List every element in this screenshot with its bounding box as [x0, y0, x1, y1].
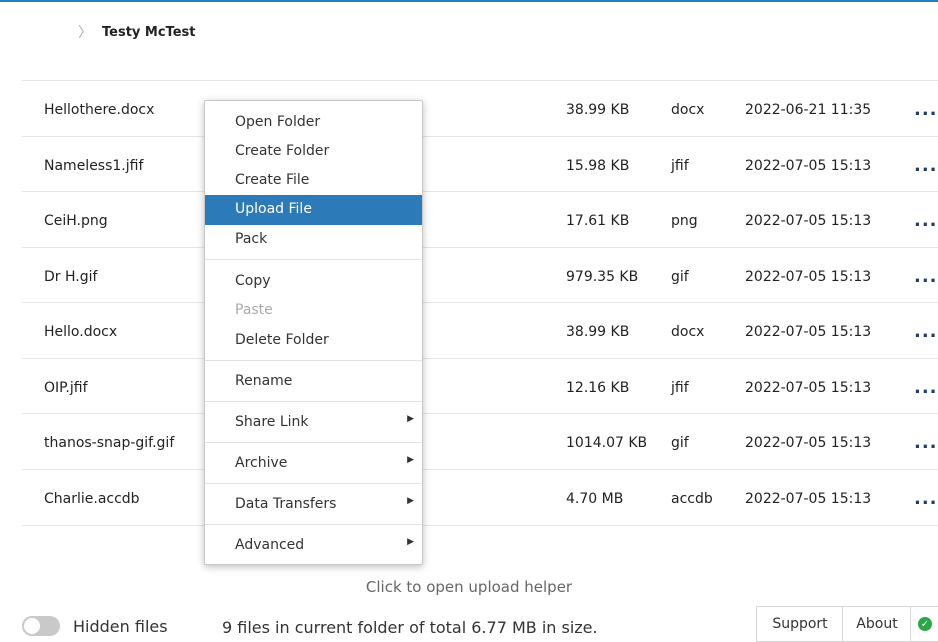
menu-item-label: Data Transfers — [235, 496, 337, 512]
toggle-knob — [24, 618, 40, 634]
more-actions-icon[interactable]: ... — [914, 488, 938, 509]
menu-item-copy[interactable]: Copy — [205, 267, 422, 296]
file-date: 2022-07-05 15:13 — [745, 269, 872, 285]
file-name[interactable]: Charlie.accdb — [44, 491, 140, 507]
file-name[interactable]: Dr H.gif — [44, 269, 97, 285]
file-size: 4.70 MB — [566, 491, 624, 507]
folder-summary: 9 files in current folder of total 6.77 … — [222, 618, 598, 637]
table-row[interactable]: Hello.docx 38.99 KB docx 2022-07-05 15:1… — [22, 302, 938, 358]
table-row[interactable]: CeiH.png 17.61 KB png 2022-07-05 15:13 .… — [22, 191, 938, 247]
table-row[interactable]: OIP.jfif 12.16 KB jfif 2022-07-05 15:13 … — [22, 358, 938, 414]
menu-item-label: Create File — [235, 172, 310, 188]
table-row[interactable]: Charlie.accdb 4.70 MB accdb 2022-07-05 1… — [22, 469, 938, 526]
file-date: 2022-07-05 15:13 — [745, 213, 872, 229]
file-date: 2022-07-05 15:13 — [745, 491, 872, 507]
file-size: 1014.07 KB — [566, 435, 648, 451]
file-date: 2022-06-21 11:35 — [745, 102, 872, 118]
menu-item-label: Rename — [235, 373, 293, 389]
file-type: jfif — [671, 380, 689, 396]
more-actions-icon[interactable]: ... — [914, 321, 938, 342]
support-button[interactable]: Support — [756, 606, 844, 642]
menu-item-delete-folder[interactable]: Delete Folder — [205, 326, 422, 355]
hidden-files-toggle[interactable] — [22, 616, 60, 636]
file-type: jfif — [671, 158, 689, 174]
file-type: gif — [671, 435, 689, 451]
file-size: 979.35 KB — [566, 269, 639, 285]
menu-item-data-transfers[interactable]: Data Transfers ▶ — [205, 490, 422, 519]
file-date: 2022-07-05 15:13 — [745, 158, 872, 174]
menu-divider — [205, 259, 422, 260]
upload-helper-link[interactable]: Click to open upload helper — [0, 578, 938, 596]
file-type: docx — [671, 324, 705, 340]
menu-item-share-link[interactable]: Share Link ▶ — [205, 408, 422, 437]
more-actions-icon[interactable]: ... — [914, 99, 938, 120]
menu-item-create-file[interactable]: Create File — [205, 166, 422, 195]
more-actions-icon[interactable]: ... — [914, 210, 938, 231]
menu-item-label: Paste — [235, 302, 273, 318]
top-accent-bar — [0, 0, 938, 2]
menu-item-archive[interactable]: Archive ▶ — [205, 449, 422, 478]
menu-item-label: Share Link — [235, 414, 309, 430]
submenu-arrow-icon: ▶ — [407, 537, 414, 547]
menu-item-advanced[interactable]: Advanced ▶ — [205, 531, 422, 560]
menu-item-paste: Paste — [205, 296, 422, 325]
menu-item-create-folder[interactable]: Create Folder — [205, 137, 422, 166]
menu-divider — [205, 360, 422, 361]
menu-item-label: Create Folder — [235, 143, 330, 159]
file-name[interactable]: CeiH.png — [44, 213, 108, 229]
more-actions-icon[interactable]: ... — [914, 377, 938, 398]
menu-divider — [205, 483, 422, 484]
file-name[interactable]: Hellothere.docx — [44, 102, 154, 118]
menu-item-label: Archive — [235, 455, 288, 471]
breadcrumb: 〉 Testy McTest — [78, 22, 195, 42]
menu-item-label: Upload File — [235, 201, 312, 217]
status-indicator[interactable]: ✓ — [910, 606, 938, 642]
submenu-arrow-icon: ▶ — [407, 496, 414, 506]
file-name[interactable]: OIP.jfif — [44, 380, 88, 396]
menu-item-pack[interactable]: Pack — [205, 225, 422, 254]
menu-item-open-folder[interactable]: Open Folder — [205, 108, 422, 137]
menu-divider — [205, 442, 422, 443]
menu-item-upload-file[interactable]: Upload File — [205, 195, 422, 225]
menu-divider — [205, 524, 422, 525]
file-name[interactable]: thanos-snap-gif.gif — [44, 435, 174, 451]
file-type: png — [671, 213, 698, 229]
hidden-files-label: Hidden files — [73, 617, 168, 636]
file-size: 17.61 KB — [566, 213, 630, 229]
menu-item-rename[interactable]: Rename — [205, 367, 422, 396]
menu-item-label: Open Folder — [235, 114, 321, 130]
file-name[interactable]: Nameless1.jfif — [44, 158, 143, 174]
file-type: accdb — [671, 491, 713, 507]
file-size: 15.98 KB — [566, 158, 630, 174]
more-actions-icon[interactable]: ... — [914, 432, 938, 453]
table-row[interactable]: Dr H.gif 979.35 KB gif 2022-07-05 15:13 … — [22, 247, 938, 303]
more-actions-icon[interactable]: ... — [914, 155, 938, 176]
file-size: 38.99 KB — [566, 102, 630, 118]
about-button[interactable]: About — [842, 606, 912, 642]
file-type: docx — [671, 102, 705, 118]
table-row[interactable]: Hellothere.docx 38.99 KB docx 2022-06-21… — [22, 80, 938, 136]
file-size: 38.99 KB — [566, 324, 630, 340]
file-type: gif — [671, 269, 689, 285]
file-size: 12.16 KB — [566, 380, 630, 396]
file-date: 2022-07-05 15:13 — [745, 435, 872, 451]
breadcrumb-folder[interactable]: Testy McTest — [102, 25, 195, 40]
file-date: 2022-07-05 15:13 — [745, 380, 872, 396]
more-actions-icon[interactable]: ... — [914, 266, 938, 287]
menu-item-label: Advanced — [235, 537, 305, 553]
context-menu: Open Folder Create Folder Create File Up… — [204, 100, 423, 565]
menu-divider — [205, 401, 422, 402]
footer-bar: Hidden files 9 files in current folder o… — [0, 606, 938, 642]
table-row[interactable]: thanos-snap-gif.gif 1014.07 KB gif 2022-… — [22, 413, 938, 469]
check-icon: ✓ — [918, 617, 932, 631]
file-date: 2022-07-05 15:13 — [745, 324, 872, 340]
menu-item-label: Delete Folder — [235, 332, 329, 348]
menu-item-label: Pack — [235, 231, 268, 247]
file-name[interactable]: Hello.docx — [44, 324, 117, 340]
chevron-right-icon: 〉 — [78, 25, 92, 41]
menu-item-label: Copy — [235, 273, 271, 289]
submenu-arrow-icon: ▶ — [407, 414, 414, 424]
table-row[interactable]: Nameless1.jfif 15.98 KB jfif 2022-07-05 … — [22, 136, 938, 192]
submenu-arrow-icon: ▶ — [407, 455, 414, 465]
